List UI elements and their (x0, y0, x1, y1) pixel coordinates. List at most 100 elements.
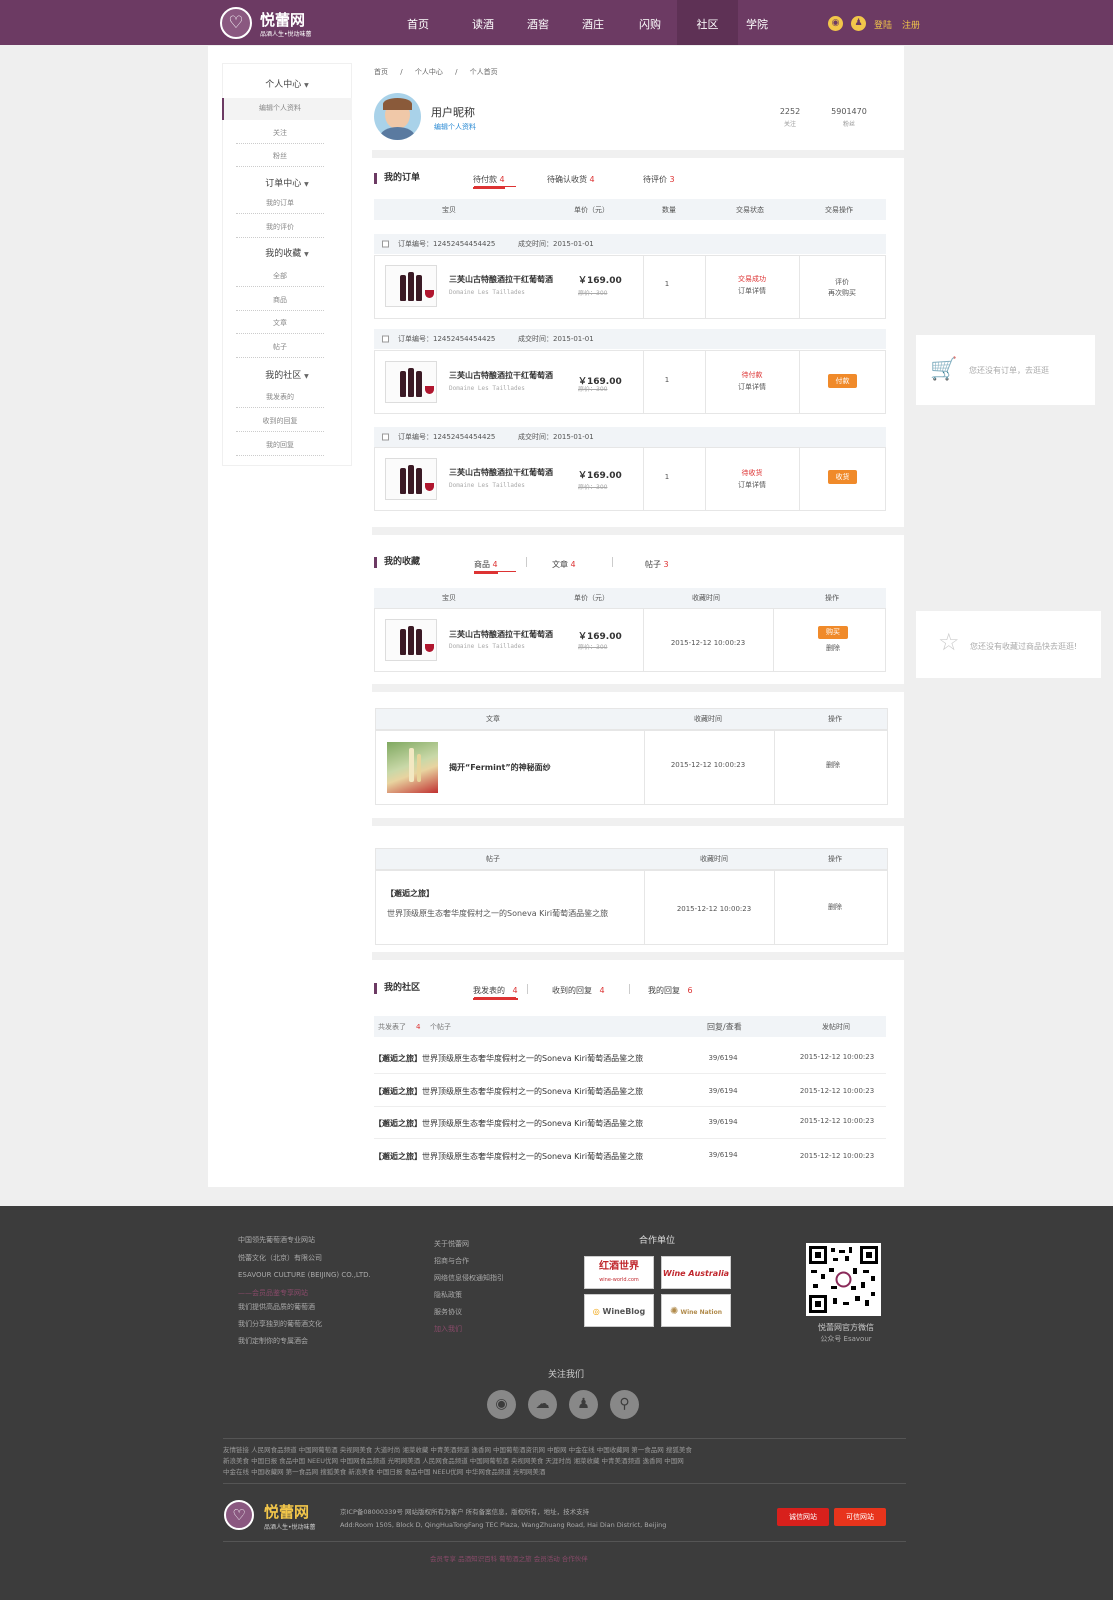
qr-code-icon (809, 1246, 878, 1313)
trust-badge[interactable]: 诚信网站 (777, 1508, 829, 1526)
community-post-title[interactable]: 【邂逅之旅】世界顶级原生态奢华度假村之一的Soneva Kiri葡萄酒品鉴之旅 (374, 1151, 643, 1162)
order-detail-link[interactable]: 订单详情 (705, 382, 799, 392)
nav-home[interactable]: 首页 (395, 0, 441, 45)
sidebar-item-fav-posts[interactable]: 帖子 (236, 342, 324, 358)
partner-logo[interactable]: Wine Australia (661, 1256, 731, 1289)
footer-link-cooperation[interactable]: 招商与合作 (434, 1256, 469, 1266)
sidebar-item-my-orders[interactable]: 我的订单 (236, 198, 324, 214)
sidebar-favorites[interactable]: 我的收藏 ▼ (222, 246, 352, 259)
friend-links-row[interactable]: 友情链接 人民网食品频道 中国网葡萄酒 央视网美食 大道时尚 湘菜收藏 中青美酒… (223, 1444, 692, 1454)
tab-pending-review[interactable]: 待评价 3 (643, 174, 675, 185)
friend-links-row[interactable]: 新浪美食 中国日报 食品中国 NEEU优网 中国网食品频道 光明网美酒 人民网食… (223, 1455, 684, 1465)
footer-link-about[interactable]: 关于悦蕾网 (434, 1239, 469, 1249)
community-post-title[interactable]: 【邂逅之旅】世界顶级原生态奢华度假村之一的Soneva Kiri葡萄酒品鉴之旅 (374, 1053, 643, 1064)
footer-link-infringement[interactable]: 网络信息侵权通知指引 (434, 1273, 504, 1283)
wine-thumbnail[interactable] (385, 265, 437, 307)
nav-winery[interactable]: 酒庄 (570, 0, 616, 45)
article-title[interactable]: 揭开“Fermint”的神秘面纱 (449, 762, 551, 773)
nav-flash-sale[interactable]: 闪购 (627, 0, 673, 45)
trusted-site-badge[interactable]: 可信网站 (834, 1508, 886, 1526)
delete-link[interactable]: 删除 (818, 760, 848, 770)
sidebar-item-my-reviews[interactable]: 我的评价 (236, 222, 324, 238)
product-name[interactable]: 三芙山古特酿酒拉干红葡萄酒 (449, 274, 553, 285)
sidebar-item-fav-goods[interactable]: 商品 (236, 295, 324, 311)
order-checkbox[interactable] (382, 433, 389, 441)
partner-logo[interactable]: ✺ Wine Nation (661, 1294, 731, 1327)
order-checkbox[interactable] (382, 240, 389, 248)
edit-profile-link[interactable]: 编辑个人资料 (434, 122, 476, 132)
star-icon: ☆ (938, 628, 960, 656)
footer-link-privacy[interactable]: 隐私政策 (434, 1290, 462, 1300)
breadcrumb-current: 个人首页 (469, 68, 498, 76)
weibo-icon[interactable]: ◉ (828, 16, 843, 31)
footer-link-terms[interactable]: 服务协议 (434, 1307, 462, 1317)
logo-icon[interactable]: ♡ (220, 7, 252, 39)
partner-logo[interactable]: 红酒世界 wine-world.com (584, 1256, 654, 1289)
follow-count[interactable]: 2252 (770, 107, 810, 116)
product-name[interactable]: 三芙山古特酿酒拉干红葡萄酒 (449, 629, 553, 640)
community-post-title[interactable]: 【邂逅之旅】世界顶级原生态奢华度假村之一的Soneva Kiri葡萄酒品鉴之旅 (374, 1118, 643, 1129)
receive-button[interactable]: 收货 (828, 470, 857, 484)
address: Add:Room 1505, Block D, QingHuaTongFang … (340, 1521, 667, 1529)
order-detail-link[interactable]: 订单详情 (705, 480, 799, 490)
sidebar-item-fav-articles[interactable]: 文章 (236, 318, 324, 334)
avatar[interactable] (374, 93, 421, 140)
breadcrumb-personal-center[interactable]: 个人中心 (415, 68, 443, 76)
tab-received-replies[interactable]: 收到的回复 4 (552, 985, 605, 996)
sidebar-item-received-replies[interactable]: 收到的回复 (236, 416, 324, 432)
product-name[interactable]: 三芙山古特酿酒拉干红葡萄酒 (449, 370, 553, 381)
sidebar-order-center[interactable]: 订单中心 ▼ (222, 176, 352, 189)
sidebar-item-my-posts[interactable]: 我发表的 (236, 392, 324, 408)
product-price: ￥169.00 (578, 471, 622, 481)
tab-pending-receipt[interactable]: 待确认收货 4 (547, 174, 595, 185)
fans-count[interactable]: 5901470 (824, 107, 874, 116)
post-text[interactable]: 世界顶级原生态奢华度假村之一的Soneva Kiri葡萄酒品鉴之旅 (387, 908, 608, 919)
sidebar-community[interactable]: 我的社区 ▼ (222, 368, 352, 381)
footer-link-join[interactable]: 加入我们 (434, 1324, 462, 1334)
login-link[interactable]: 登陆 (874, 18, 892, 31)
order-bar: 订单编号：12452454454425 成交时间：2015-01-01 (374, 234, 886, 254)
review-link[interactable]: 评价 (799, 277, 885, 287)
footer-logo-icon[interactable]: ♡ (224, 1500, 254, 1530)
qq-icon[interactable]: ♟ (569, 1390, 598, 1419)
qq-icon[interactable]: ♟ (851, 16, 866, 31)
nav-read-wine[interactable]: 读酒 (460, 0, 506, 45)
breadcrumb-home[interactable]: 首页 (374, 68, 388, 76)
footer-about-line: 我们提供高品质的葡萄酒 (238, 1303, 315, 1311)
sidebar-item-my-replies[interactable]: 我的回复 (236, 440, 324, 456)
nav-cellar[interactable]: 酒窖 (515, 0, 561, 45)
sidebar-item-fav-all[interactable]: 全部 (236, 271, 324, 287)
sidebar-item-fans[interactable]: 粉丝 (236, 151, 324, 167)
friend-links-row[interactable]: 中金在线 中国收藏网 第一食品网 搜狐美食 新浪美食 中国日报 食品中国 NEE… (223, 1466, 545, 1476)
tab-fav-articles[interactable]: 文章 4 (552, 559, 576, 570)
sidebar-item-follow[interactable]: 关注 (236, 128, 324, 144)
tencent-weibo-icon[interactable]: ⚲ (610, 1390, 639, 1419)
wine-thumbnail[interactable] (385, 458, 437, 500)
buy-button[interactable]: 购买 (818, 626, 848, 639)
sidebar-item-edit-profile[interactable]: 编辑个人资料 (236, 103, 324, 118)
delete-link[interactable]: 删除 (818, 643, 848, 653)
pay-button[interactable]: 付款 (828, 374, 857, 388)
quantity: 1 (664, 280, 670, 288)
wine-thumbnail[interactable] (385, 619, 437, 661)
community-post-title[interactable]: 【邂逅之旅】世界顶级原生态奢华度假村之一的Soneva Kiri葡萄酒品鉴之旅 (374, 1086, 643, 1097)
footer-bottom-links[interactable]: 会员专享 品酒知识百科 葡萄酒之旅 会员活动 合作伙伴 (430, 1553, 588, 1563)
post-tag[interactable]: 【邂逅之旅】 (386, 888, 434, 899)
order-detail-link[interactable]: 订单详情 (705, 286, 799, 296)
wine-thumbnail[interactable] (385, 361, 437, 403)
tab-fav-posts[interactable]: 帖子 3 (645, 559, 669, 570)
post-time: 2015-12-12 10:00:23 (799, 1087, 875, 1095)
sidebar-personal-center[interactable]: 个人中心 ▼ (222, 77, 352, 90)
buy-again-link[interactable]: 再次购买 (799, 288, 885, 298)
nav-community[interactable]: 社区 (677, 0, 738, 45)
register-link[interactable]: 注册 (902, 18, 920, 31)
product-name[interactable]: 三芙山古特酿酒拉干红葡萄酒 (449, 467, 553, 478)
order-checkbox[interactable] (382, 335, 389, 343)
wechat-icon[interactable]: ☁ (528, 1390, 557, 1419)
delete-link[interactable]: 删除 (820, 902, 850, 912)
partner-logo[interactable]: ◎ WineBlog (584, 1294, 654, 1327)
weibo-icon[interactable]: ◉ (487, 1390, 516, 1419)
article-thumbnail[interactable] (387, 742, 438, 793)
tab-my-replies[interactable]: 我的回复 6 (648, 985, 693, 996)
nav-academy[interactable]: 学院 (734, 0, 780, 45)
